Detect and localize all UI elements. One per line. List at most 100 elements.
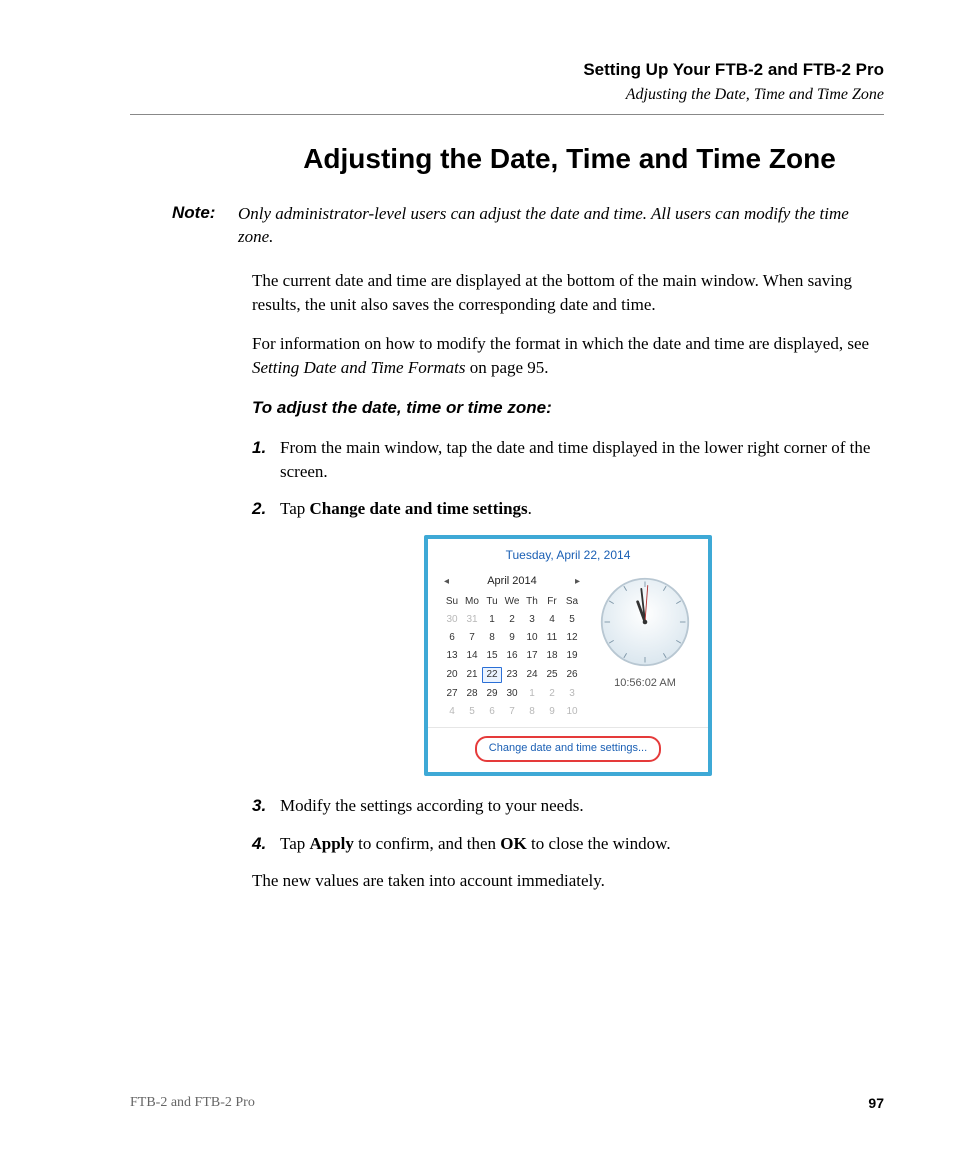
- calendar-day[interactable]: 6: [482, 703, 502, 721]
- calendar-day[interactable]: 1: [482, 611, 502, 629]
- calendar-day[interactable]: 9: [542, 703, 562, 721]
- step-number: 4.: [252, 832, 280, 856]
- step-text: From the main window, tap the date and t…: [280, 436, 884, 484]
- calendar-day[interactable]: 19: [562, 647, 582, 665]
- step-number: 2.: [252, 497, 280, 521]
- calendar-day[interactable]: 13: [442, 647, 462, 665]
- step-text: Tap Change date and time settings.: [280, 497, 884, 521]
- page-title: Adjusting the Date, Time and Time Zone: [255, 143, 884, 175]
- popup-body: ◂ April 2014 ▸ SuMoTuWeThFrSa 3031123456…: [428, 572, 708, 727]
- calendar: ◂ April 2014 ▸ SuMoTuWeThFrSa 3031123456…: [442, 574, 582, 721]
- header-rule: [130, 114, 884, 115]
- calendar-day[interactable]: 7: [502, 703, 522, 721]
- calendar-day[interactable]: 24: [522, 665, 542, 685]
- calendar-dow: Th: [522, 593, 542, 611]
- calendar-dow: Tu: [482, 593, 502, 611]
- calendar-dow: Fr: [542, 593, 562, 611]
- ui-label-ok: OK: [500, 834, 526, 853]
- step-1: 1. From the main window, tap the date an…: [252, 436, 884, 484]
- intro-para-1: The current date and time are displayed …: [252, 269, 884, 317]
- procedure-steps-cont: 3. Modify the settings according to your…: [252, 794, 884, 856]
- step-number: 1.: [252, 436, 280, 484]
- calendar-day[interactable]: 5: [562, 611, 582, 629]
- product-name: FTB-2 and FTB-2 Pro: [130, 1095, 255, 1111]
- step-4: 4. Tap Apply to confirm, and then OK to …: [252, 832, 884, 856]
- calendar-day[interactable]: 9: [502, 629, 522, 647]
- calendar-day[interactable]: 20: [442, 665, 462, 685]
- calendar-day[interactable]: 21: [462, 665, 482, 685]
- procedure-steps: 1. From the main window, tap the date an…: [252, 436, 884, 521]
- calendar-day[interactable]: 15: [482, 647, 502, 665]
- change-date-time-link[interactable]: Change date and time settings...: [475, 736, 661, 761]
- manual-page: Setting Up Your FTB-2 and FTB-2 Pro Adju…: [0, 0, 954, 1159]
- calendar-day[interactable]: 28: [462, 685, 482, 703]
- calendar-day[interactable]: 30: [502, 685, 522, 703]
- calendar-day[interactable]: 4: [442, 703, 462, 721]
- step-text: Tap Apply to confirm, and then OK to clo…: [280, 832, 884, 856]
- body-column: The current date and time are displayed …: [252, 269, 884, 893]
- calendar-day[interactable]: 17: [522, 647, 542, 665]
- calendar-day[interactable]: 8: [482, 629, 502, 647]
- page-number: 97: [868, 1095, 884, 1111]
- chapter-title: Setting Up Your FTB-2 and FTB-2 Pro: [130, 60, 884, 80]
- procedure-heading: To adjust the date, time or time zone:: [252, 396, 884, 420]
- calendar-day[interactable]: 3: [522, 611, 542, 629]
- calendar-day[interactable]: 2: [502, 611, 522, 629]
- calendar-day[interactable]: 22: [482, 665, 502, 685]
- clock-column: 10:56:02 AM: [592, 574, 698, 721]
- calendar-header: ◂ April 2014 ▸: [442, 574, 582, 589]
- xref-date-formats: Setting Date and Time Formats: [252, 358, 465, 377]
- calendar-day[interactable]: 1: [522, 685, 542, 703]
- month-label: April 2014: [487, 574, 537, 589]
- note-label: Note:: [172, 203, 238, 249]
- calendar-dow: We: [502, 593, 522, 611]
- step-2: 2. Tap Change date and time settings.: [252, 497, 884, 521]
- popup-full-date: Tuesday, April 22, 2014: [428, 539, 708, 572]
- calendar-day[interactable]: 31: [462, 611, 482, 629]
- ui-label-apply: Apply: [310, 834, 354, 853]
- calendar-day[interactable]: 8: [522, 703, 542, 721]
- calendar-day[interactable]: 3: [562, 685, 582, 703]
- digital-time-label: 10:56:02 AM: [614, 676, 676, 691]
- calendar-day[interactable]: 7: [462, 629, 482, 647]
- step-3: 3. Modify the settings according to your…: [252, 794, 884, 818]
- calendar-day[interactable]: 11: [542, 629, 562, 647]
- calendar-day[interactable]: 14: [462, 647, 482, 665]
- calendar-dow: Su: [442, 593, 462, 611]
- calendar-day[interactable]: 10: [522, 629, 542, 647]
- page-footer: FTB-2 and FTB-2 Pro 97: [130, 1095, 884, 1111]
- calendar-day[interactable]: 6: [442, 629, 462, 647]
- calendar-grid: SuMoTuWeThFrSa 3031123456789101112131415…: [442, 593, 582, 721]
- note-block: Note: Only administrator-level users can…: [172, 203, 884, 249]
- datetime-popup: Tuesday, April 22, 2014 ◂ April 2014 ▸ S…: [424, 535, 712, 776]
- section-title: Adjusting the Date, Time and Time Zone: [130, 86, 884, 104]
- calendar-day[interactable]: 29: [482, 685, 502, 703]
- calendar-day[interactable]: 27: [442, 685, 462, 703]
- analog-clock-icon: [599, 576, 691, 668]
- calendar-day[interactable]: 30: [442, 611, 462, 629]
- calendar-day[interactable]: 18: [542, 647, 562, 665]
- step-text: Modify the settings according to your ne…: [280, 794, 884, 818]
- calendar-day[interactable]: 26: [562, 665, 582, 685]
- calendar-day[interactable]: 23: [502, 665, 522, 685]
- calendar-day[interactable]: 2: [542, 685, 562, 703]
- prev-month-button[interactable]: ◂: [444, 575, 449, 589]
- intro-para-2b: on page 95.: [465, 358, 548, 377]
- running-head: Setting Up Your FTB-2 and FTB-2 Pro Adju…: [130, 60, 884, 104]
- calendar-day[interactable]: 4: [542, 611, 562, 629]
- calendar-day[interactable]: 16: [502, 647, 522, 665]
- closing-para: The new values are taken into account im…: [252, 869, 884, 893]
- ui-label-change-settings: Change date and time settings: [310, 499, 528, 518]
- calendar-day[interactable]: 12: [562, 629, 582, 647]
- calendar-day[interactable]: 10: [562, 703, 582, 721]
- calendar-dow: Sa: [562, 593, 582, 611]
- calendar-day[interactable]: 25: [542, 665, 562, 685]
- note-text: Only administrator-level users can adjus…: [238, 203, 884, 249]
- next-month-button[interactable]: ▸: [575, 575, 580, 589]
- step-number: 3.: [252, 794, 280, 818]
- intro-para-2a: For information on how to modify the for…: [252, 334, 869, 353]
- popup-footer: Change date and time settings...: [428, 727, 708, 771]
- calendar-dow: Mo: [462, 593, 482, 611]
- calendar-day[interactable]: 5: [462, 703, 482, 721]
- intro-para-2: For information on how to modify the for…: [252, 332, 884, 380]
